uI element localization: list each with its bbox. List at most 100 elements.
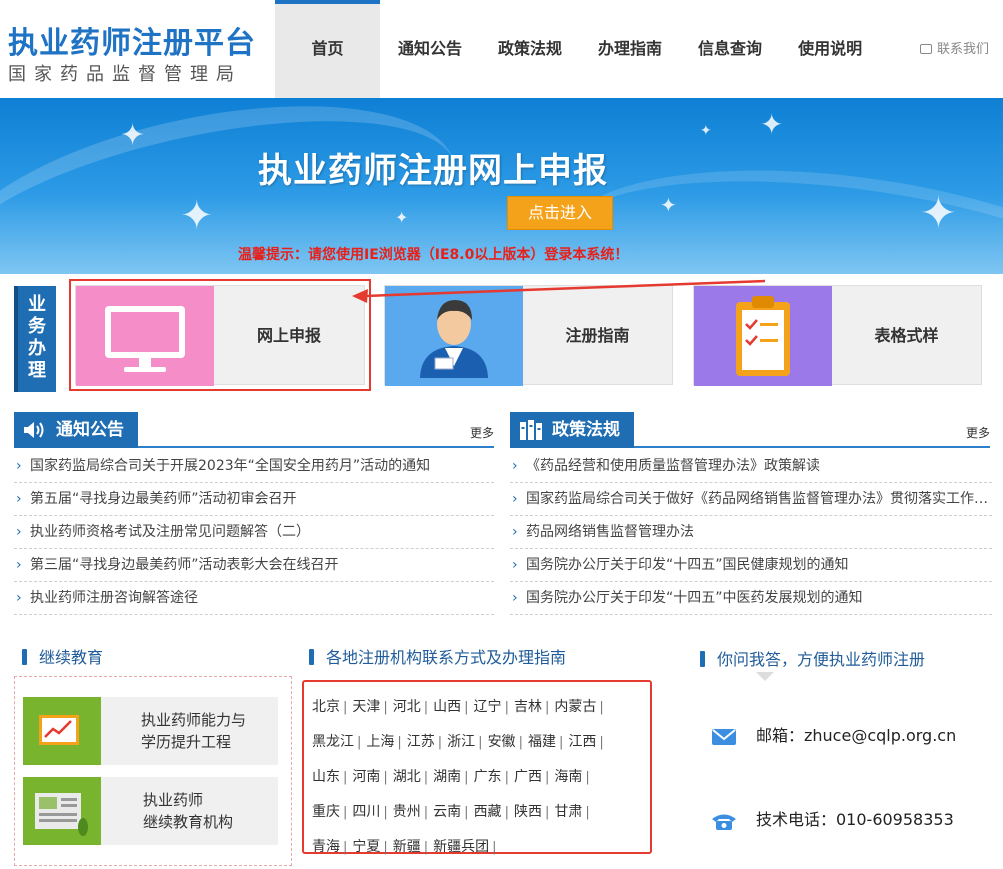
education-box: 执业药师能力与 学历提升工程 执业药师 继续教育机构 bbox=[14, 676, 292, 866]
region-link[interactable]: 江西 bbox=[568, 734, 596, 750]
region-link[interactable]: 海南 bbox=[554, 769, 582, 785]
region-separator: | bbox=[343, 700, 348, 715]
region-link[interactable]: 贵州 bbox=[393, 804, 421, 820]
region-link[interactable]: 湖北 bbox=[393, 769, 421, 785]
sparkle-icon: ✦ bbox=[180, 193, 214, 239]
contact-us-link[interactable]: 联系我们 bbox=[920, 38, 989, 57]
region-link[interactable]: 甘肃 bbox=[554, 804, 582, 820]
site-subtitle: 国家药品监督管理局 bbox=[8, 64, 242, 85]
notice-item[interactable]: 第五届“寻找身边最美药师”活动初审会召开 bbox=[14, 483, 494, 516]
books-icon bbox=[520, 420, 542, 440]
region-separator: | bbox=[504, 805, 509, 820]
policies-list: 《药品经营和使用质量监督管理办法》政策解读 国家药监局综合司关于做好《药品网络销… bbox=[510, 450, 992, 615]
policy-item[interactable]: 药品网络销售监督管理办法 bbox=[510, 516, 992, 549]
region-separator: | bbox=[357, 735, 362, 750]
region-row: 山东 | 河南 | 湖北 | 湖南 | 广东 | 广西 | 海南 | bbox=[312, 760, 650, 795]
notice-item[interactable]: 第三届“寻找身边最美药师”活动表彰大会在线召开 bbox=[14, 549, 494, 582]
nav-home[interactable]: 首页 bbox=[275, 0, 380, 98]
sparkle-icon: ✦ bbox=[395, 208, 409, 227]
region-separator: | bbox=[544, 770, 550, 785]
region-link[interactable]: 陕西 bbox=[514, 804, 542, 820]
region-link[interactable]: 河北 bbox=[393, 699, 421, 715]
policy-item[interactable]: 《药品经营和使用质量监督管理办法》政策解读 bbox=[510, 450, 992, 483]
region-separator: | bbox=[599, 700, 604, 715]
sparkle-icon: ✦ bbox=[120, 118, 146, 153]
region-link[interactable]: 天津 bbox=[352, 699, 380, 715]
sparkle-icon: ✦ bbox=[760, 108, 784, 141]
region-link[interactable]: 内蒙古 bbox=[554, 699, 596, 715]
banner-title: 执业药师注册网上申报 bbox=[258, 151, 608, 191]
region-link[interactable]: 宁夏 bbox=[352, 839, 380, 855]
policy-item[interactable]: 国务院办公厅关于印发“十四五”国民健康规划的通知 bbox=[510, 549, 992, 582]
education-institutions-line2: 继续教育机构 bbox=[143, 813, 234, 831]
nav-notices[interactable]: 通知公告 bbox=[380, 0, 480, 98]
browser-tip: 温馨提示：请您使用IE浏览器（IE8.0以上版本）登录本系统！ bbox=[238, 247, 629, 263]
online-application-card[interactable]: 网上申报 bbox=[69, 279, 371, 391]
nav-policies[interactable]: 政策法规 bbox=[480, 0, 580, 98]
region-link[interactable]: 新疆兵团 bbox=[433, 839, 489, 855]
region-separator: | bbox=[437, 735, 443, 750]
region-link[interactable]: 新疆 bbox=[393, 839, 421, 855]
region-link[interactable]: 上海 bbox=[366, 734, 394, 750]
newspaper-icon bbox=[23, 777, 101, 845]
region-link[interactable]: 江苏 bbox=[407, 734, 435, 750]
region-link[interactable]: 湖南 bbox=[433, 769, 461, 785]
region-link[interactable]: 黑龙江 bbox=[312, 734, 354, 750]
nav-guide[interactable]: 办理指南 bbox=[580, 0, 680, 98]
capability-project-text: 执业药师能力与 学历提升工程 bbox=[141, 709, 246, 753]
qa-title: 你问我答，方便执业药师注册 bbox=[717, 650, 926, 669]
region-link[interactable]: 山东 bbox=[312, 769, 340, 785]
phone-text: 技术电话：010-60958353 bbox=[756, 810, 954, 829]
speaker-icon bbox=[24, 422, 44, 438]
nav-instructions[interactable]: 使用说明 bbox=[780, 0, 880, 98]
education-title: 继续教育 bbox=[39, 648, 104, 667]
region-link[interactable]: 广西 bbox=[514, 769, 542, 785]
notice-item[interactable]: 执业药师注册咨询解答途径 bbox=[14, 582, 494, 615]
header: 执业药师注册平台 国家药品监督管理局 首页 通知公告 政策法规 办理指南 信息查… bbox=[0, 0, 1003, 98]
region-separator: | bbox=[464, 700, 469, 715]
email-text: 邮箱：zhuce@cqlp.org.cn bbox=[756, 726, 957, 745]
policy-item[interactable]: 国家药监局综合司关于做好《药品网络销售监督管理办法》贯彻落实工作的通知 bbox=[510, 483, 992, 516]
region-link[interactable]: 福建 bbox=[528, 734, 556, 750]
region-link[interactable]: 重庆 bbox=[312, 804, 340, 820]
monitor-icon bbox=[76, 286, 214, 386]
region-link[interactable]: 河南 bbox=[352, 769, 380, 785]
region-link[interactable]: 西藏 bbox=[474, 804, 502, 820]
region-link[interactable]: 青海 bbox=[312, 839, 340, 855]
region-link[interactable]: 山西 bbox=[433, 699, 461, 715]
region-link[interactable]: 安徽 bbox=[488, 734, 516, 750]
notices-list: 国家药监局综合司关于开展2023年“全国安全用药月”活动的通知 第五届“寻找身边… bbox=[14, 450, 494, 615]
regions-heading: 各地注册机构联系方式及办理指南 bbox=[309, 644, 566, 668]
region-link[interactable]: 广东 bbox=[474, 769, 502, 785]
policy-item[interactable]: 国务院办公厅关于印发“十四五”中医药发展规划的通知 bbox=[510, 582, 992, 615]
qa-pointer bbox=[756, 672, 774, 681]
region-separator: | bbox=[464, 770, 469, 785]
region-link[interactable]: 浙江 bbox=[447, 734, 475, 750]
region-link[interactable]: 云南 bbox=[433, 804, 461, 820]
policies-more-link[interactable]: 更多 bbox=[966, 424, 990, 441]
nav-query[interactable]: 信息查询 bbox=[680, 0, 780, 98]
capability-project-link[interactable]: 执业药师能力与 学历提升工程 bbox=[23, 697, 278, 765]
capability-project-line1: 执业药师能力与 bbox=[141, 711, 247, 729]
region-link[interactable]: 四川 bbox=[352, 804, 380, 820]
notice-item[interactable]: 执业药师资格考试及注册常见问题解答（二） bbox=[14, 516, 494, 549]
policies-header: 政策法规 更多 bbox=[510, 412, 990, 448]
region-link[interactable]: 北京 bbox=[312, 699, 340, 715]
heading-bar bbox=[309, 649, 314, 665]
business-label-text: 业务办理 bbox=[28, 294, 46, 381]
main-nav: 首页 通知公告 政策法规 办理指南 信息查询 使用说明 bbox=[275, 0, 880, 98]
education-institutions-link[interactable]: 执业药师 继续教育机构 bbox=[23, 777, 278, 845]
region-separator: | bbox=[423, 840, 429, 855]
region-link[interactable]: 辽宁 bbox=[474, 699, 502, 715]
regions-title: 各地注册机构联系方式及办理指南 bbox=[326, 648, 567, 667]
region-separator: | bbox=[383, 770, 388, 785]
region-separator: | bbox=[343, 770, 348, 785]
enter-button[interactable]: 点击进入 bbox=[507, 196, 613, 230]
region-separator: | bbox=[504, 700, 509, 715]
region-separator: | bbox=[599, 735, 604, 750]
notices-more-link[interactable]: 更多 bbox=[470, 424, 494, 441]
notice-item[interactable]: 国家药监局综合司关于开展2023年“全国安全用药月”活动的通知 bbox=[14, 450, 494, 483]
region-link[interactable]: 吉林 bbox=[514, 699, 542, 715]
region-row: 青海 | 宁夏 | 新疆 | 新疆兵团 | bbox=[312, 830, 650, 865]
phone-row: 技术电话：010-60958353 bbox=[710, 806, 954, 832]
